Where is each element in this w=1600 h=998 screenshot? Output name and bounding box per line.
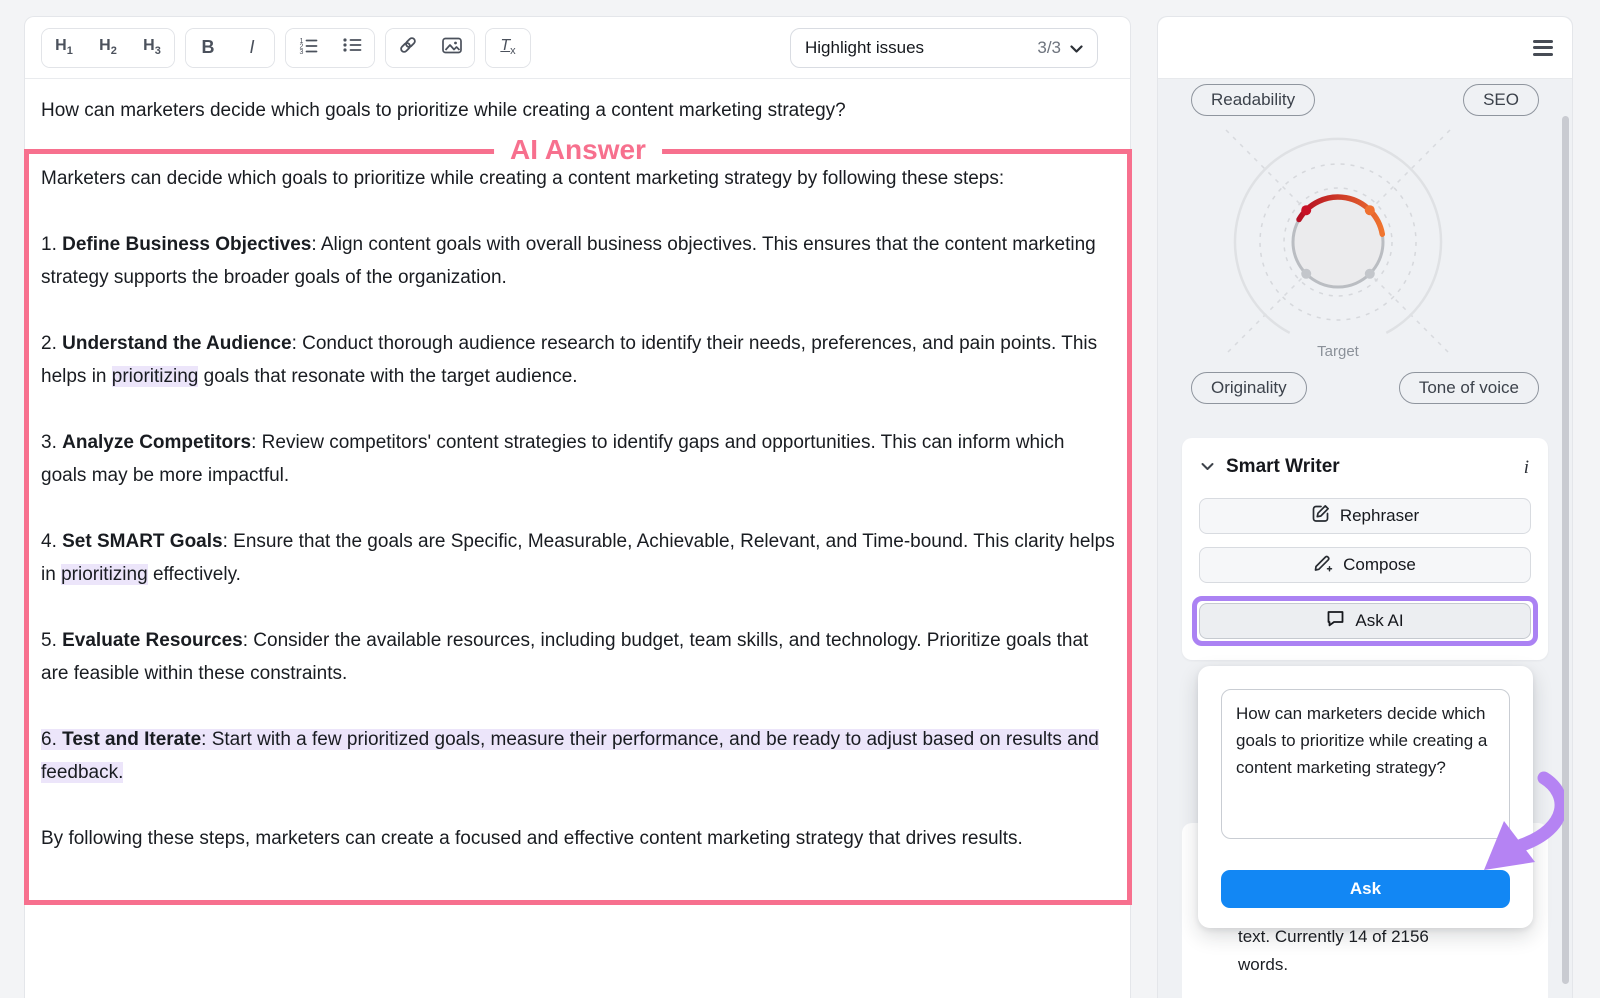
editor-paragraph: 5. Evaluate Resources: Consider the avai… (41, 624, 1115, 690)
originality-score-dot (1301, 269, 1311, 279)
ai-answer-annotation-box: AI Answer Marketers can decide which goa… (24, 149, 1132, 905)
rephraser-label: Rephraser (1340, 506, 1419, 526)
editor-paragraph: 2. Understand the Audience: Conduct thor… (41, 327, 1115, 393)
ask-submit-button[interactable]: Ask (1221, 870, 1510, 908)
italic-button[interactable]: I (230, 29, 274, 67)
insert-group (385, 28, 475, 68)
heading2-button[interactable]: H2 (86, 29, 130, 67)
editor-toolbar: H1 H2 H3 B I 123 (25, 17, 1130, 79)
sidebar-header (1158, 17, 1572, 79)
image-button[interactable] (430, 29, 474, 67)
score-pill-row-top: Readability SEO (1158, 84, 1572, 116)
compose-button[interactable]: Compose (1199, 547, 1531, 583)
image-icon (442, 37, 462, 59)
assistant-sidebar: Readability SEO Target Originality Tone … (1157, 16, 1573, 998)
ai-answer-paragraphs: Marketers can decide which goals to prio… (41, 162, 1115, 855)
ordered-list-icon: 123 (298, 37, 318, 59)
bullet-list-icon (342, 37, 362, 58)
h2-label: H (99, 37, 111, 54)
svg-text:3: 3 (300, 49, 304, 54)
editor-paragraph: 3. Analyze Competitors: Review competito… (41, 426, 1115, 492)
ai-answer-annotation-label: AI Answer (494, 133, 662, 167)
editor-panel: H1 H2 H3 B I 123 (24, 16, 1131, 998)
target-gauge: Target (1158, 124, 1518, 370)
editor-paragraph: By following these steps, marketers can … (41, 822, 1115, 855)
link-button[interactable] (386, 29, 430, 67)
tone-score-dot (1365, 269, 1375, 279)
gauge-target-label: Target (1317, 343, 1360, 360)
document-question: How can marketers decide which goals to … (41, 94, 1114, 127)
ask-question-input[interactable]: How can marketers decide which goals to … (1221, 689, 1510, 839)
editor-paragraph: 4. Set SMART Goals: Ensure that the goal… (41, 525, 1115, 591)
h3-label: H (143, 37, 155, 54)
chat-bubble-icon (1326, 610, 1345, 632)
pill-seo[interactable]: SEO (1463, 84, 1539, 116)
heading1-button[interactable]: H1 (42, 29, 86, 67)
ordered-list-button[interactable]: 123 (286, 29, 330, 67)
smart-writer-card: Smart Writer i Rephraser Compose Ask AI (1182, 438, 1548, 660)
smart-writer-header[interactable]: Smart Writer i (1201, 456, 1529, 478)
ask-ai-label: Ask AI (1355, 611, 1403, 631)
pill-readability[interactable]: Readability (1191, 84, 1315, 116)
link-icon (398, 36, 418, 59)
smart-writer-title: Smart Writer (1226, 456, 1340, 478)
chevron-down-icon (1061, 38, 1083, 58)
clear-formatting-button[interactable]: Tx (486, 29, 530, 67)
ask-ai-annotation-border: Ask AI (1192, 596, 1538, 646)
bold-button[interactable]: B (186, 29, 230, 67)
pill-originality[interactable]: Originality (1191, 372, 1307, 404)
ask-ai-popup: How can marketers decide which goals to … (1198, 666, 1533, 928)
rephraser-pen-icon (1311, 504, 1330, 528)
bullet-list-button[interactable] (330, 29, 374, 67)
h1-label: H (55, 37, 67, 54)
compose-pen-icon (1314, 553, 1333, 577)
heading-button-group: H1 H2 H3 (41, 28, 175, 68)
menu-icon[interactable] (1533, 36, 1553, 59)
info-icon[interactable]: i (1524, 458, 1529, 477)
rephraser-button[interactable]: Rephraser (1199, 498, 1531, 534)
ask-ai-button[interactable]: Ask AI (1199, 603, 1531, 639)
clear-format-group: Tx (485, 28, 531, 68)
editor-paragraph: 1. Define Business Objectives: Align con… (41, 228, 1115, 294)
sidebar-scrollbar[interactable] (1562, 116, 1569, 984)
highlight-issues-dropdown[interactable]: Highlight issues 3/3 (790, 28, 1098, 68)
pill-tone-of-voice[interactable]: Tone of voice (1399, 372, 1539, 404)
clear-formatting-icon: Tx (500, 37, 515, 57)
compose-label: Compose (1343, 555, 1416, 575)
word-count-note: text. Currently 14 of 2156 words. (1238, 923, 1453, 978)
list-group: 123 (285, 28, 375, 68)
editor-content[interactable]: How can marketers decide which goals to … (25, 79, 1130, 905)
chevron-down-icon (1201, 458, 1214, 476)
issues-count: 3/3 (1037, 38, 1061, 58)
highlight-issues-label: Highlight issues (805, 38, 924, 58)
seo-score-dot (1365, 205, 1375, 215)
inline-format-group: B I (185, 28, 275, 68)
heading3-button[interactable]: H3 (130, 29, 174, 67)
score-pill-row-bottom: Originality Tone of voice (1158, 372, 1572, 404)
readability-score-dot (1301, 205, 1311, 215)
editor-paragraph: 6. Test and Iterate: Start with a few pr… (41, 723, 1115, 789)
